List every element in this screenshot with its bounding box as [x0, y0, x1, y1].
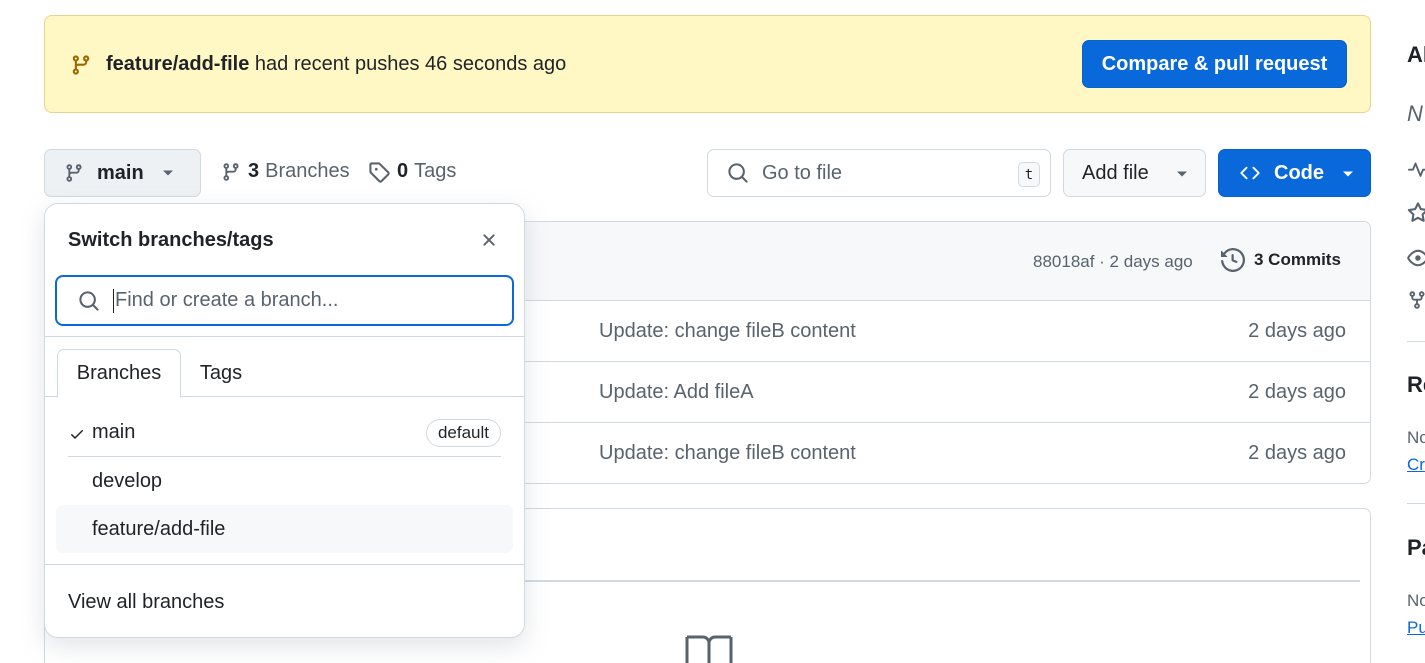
branch-name: develop — [92, 470, 163, 492]
tab-branches[interactable]: Branches — [57, 349, 181, 398]
tags-count: 0 — [397, 160, 409, 182]
branch-search-input[interactable]: Find or create a branch... — [55, 275, 514, 326]
commit-age: 2 days ago — [1248, 442, 1346, 464]
sidebar-divider — [1407, 503, 1425, 504]
branches-link[interactable]: 3 Branches — [221, 160, 350, 183]
releases-text: No — [1407, 428, 1425, 447]
releases-heading: Re — [1407, 372, 1425, 397]
branch-search-placeholder: Find or create a branch... — [115, 289, 339, 311]
commit-age: 2 days ago — [1248, 381, 1346, 403]
tags-label: Tags — [414, 160, 457, 182]
commit-message[interactable]: Update: change fileB content — [599, 442, 856, 465]
chevron-down-icon — [1176, 170, 1188, 178]
git-branch-icon — [70, 53, 92, 77]
branch-name: main — [92, 421, 136, 443]
add-file-button[interactable]: Add file — [1063, 149, 1206, 197]
search-icon — [78, 290, 100, 312]
check-icon — [69, 426, 85, 442]
about-heading: Al — [1407, 42, 1425, 67]
sidebar-divider — [1407, 341, 1425, 342]
activity-icon[interactable] — [1407, 160, 1425, 180]
packages-heading: Pa — [1407, 535, 1425, 560]
banner-text: had recent pushes 46 seconds ago — [249, 53, 567, 75]
commit-message[interactable]: Update: Add fileA — [599, 381, 754, 404]
current-branch-label: main — [97, 161, 144, 184]
commit-age: 2 days ago — [1248, 320, 1346, 342]
book-icon — [683, 633, 735, 663]
branch-item-main[interactable]: main default — [68, 409, 501, 457]
banner-message: feature/add-file had recent pushes 46 se… — [106, 53, 566, 76]
default-badge: default — [425, 419, 501, 447]
commits-link[interactable]: 3 Commits — [1221, 248, 1341, 272]
tab-tags[interactable]: Tags — [187, 349, 255, 397]
commits-label: 3 Commits — [1254, 250, 1341, 269]
branches-label: Branches — [265, 160, 350, 182]
fork-icon[interactable] — [1407, 289, 1425, 311]
dropdown-divider — [45, 564, 524, 565]
dropdown-divider — [45, 336, 524, 337]
code-icon — [1238, 163, 1262, 183]
code-button[interactable]: Code — [1218, 149, 1371, 197]
commit-message[interactable]: Update: change fileB content — [599, 320, 856, 343]
git-branch-icon — [64, 162, 84, 184]
branch-switcher-dropdown: Switch branches/tags Find or create a br… — [44, 203, 525, 638]
search-icon — [727, 162, 749, 184]
repo-sidebar: Al N Re No Cr Pa No Pu — [1380, 0, 1425, 663]
tags-link[interactable]: 0 Tags — [368, 160, 456, 183]
branch-name: feature/add-file — [92, 517, 226, 540]
go-to-file-placeholder: Go to file — [762, 161, 843, 184]
go-to-file-input[interactable]: Go to file t — [707, 149, 1051, 197]
branches-count: 3 — [248, 160, 260, 182]
compare-pull-request-button[interactable]: Compare & pull request — [1082, 40, 1347, 88]
branch-selector-button[interactable]: main — [44, 149, 201, 197]
banner-branch-name[interactable]: feature/add-file — [106, 53, 249, 75]
git-branch-icon — [221, 161, 241, 183]
chevron-down-icon — [162, 169, 174, 177]
recent-push-banner: feature/add-file had recent pushes 46 se… — [44, 15, 1371, 113]
tag-icon — [368, 161, 390, 183]
keyboard-shortcut-badge: t — [1018, 162, 1040, 187]
dropdown-title: Switch branches/tags — [68, 229, 274, 251]
latest-commit-sha[interactable]: 88018af · 2 days ago — [1033, 252, 1193, 272]
view-all-branches-link[interactable]: View all branches — [68, 591, 224, 614]
text-cursor — [113, 288, 114, 313]
eye-icon[interactable] — [1407, 247, 1425, 269]
about-description: N — [1407, 101, 1423, 126]
add-file-label: Add file — [1082, 161, 1149, 184]
history-icon — [1221, 248, 1245, 272]
code-label: Code — [1274, 161, 1324, 184]
chevron-down-icon — [1342, 170, 1354, 178]
close-icon[interactable] — [479, 230, 499, 250]
publish-package-link[interactable]: Pu — [1407, 618, 1425, 638]
create-release-link[interactable]: Cr — [1407, 455, 1425, 475]
branch-item-feature-add-file[interactable]: feature/add-file — [56, 505, 513, 553]
packages-text: No — [1407, 591, 1425, 610]
branch-item-develop[interactable]: develop — [68, 458, 501, 506]
star-icon[interactable] — [1407, 202, 1425, 224]
dropdown-tabs: Branches Tags — [45, 349, 524, 398]
